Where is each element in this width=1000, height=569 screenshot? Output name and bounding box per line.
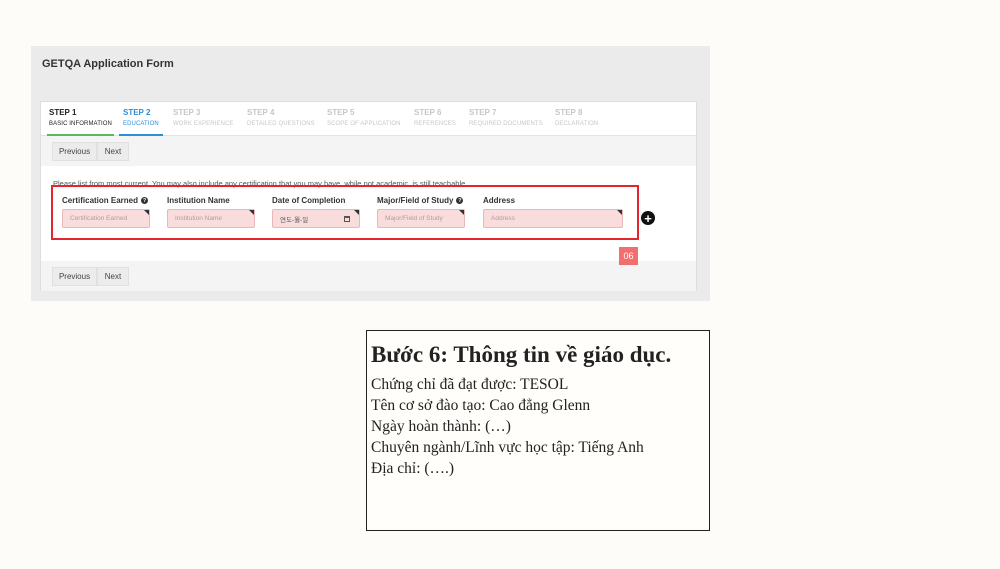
date-input[interactable]: 연도-월-일 — [272, 209, 360, 228]
step-label: REQUIRED DOCUMENTS — [469, 121, 543, 127]
major-input[interactable]: Major/Field of Study — [377, 209, 465, 228]
address-input[interactable]: Address — [483, 209, 623, 228]
calendar-icon[interactable] — [344, 215, 350, 222]
step-label: DECLARATION — [555, 121, 599, 127]
bottom-nav-bar: Previous Next — [41, 261, 696, 291]
certification-input[interactable]: Certification Earned — [62, 209, 150, 228]
tab-step-3[interactable]: STEP 3 WORK EXPERIENCE — [173, 108, 234, 136]
address-label-text: Address — [483, 196, 516, 205]
note-title: Bước 6: Thông tin về giáo dục. — [371, 342, 672, 367]
step-label: DETAILED QUESTIONS — [247, 121, 315, 127]
certification-label: Certification Earned ? — [62, 196, 149, 205]
tab-step-6[interactable]: STEP 6 REFERENCES — [414, 108, 456, 136]
tab-step-5[interactable]: STEP 5 SCOPE OF APPLICATION — [327, 108, 401, 136]
major-label-text: Major/Field of Study — [377, 196, 454, 205]
institution-label: Institution Name — [167, 196, 230, 205]
institution-label-text: Institution Name — [167, 196, 230, 205]
step-tabs: STEP 1 BASIC INFORMATION STEP 2 EDUCATIO… — [41, 102, 696, 136]
next-button[interactable]: Next — [97, 142, 129, 161]
step-number: STEP 8 — [555, 108, 583, 117]
tab-step-7[interactable]: STEP 7 REQUIRED DOCUMENTS — [469, 108, 543, 136]
step-label: WORK EXPERIENCE — [173, 121, 234, 127]
date-placeholder: 연도-월-일 — [280, 216, 309, 224]
note-line: Tên cơ sở đào tạo: Cao đẳng Glenn — [371, 397, 591, 414]
step-number: STEP 2 — [123, 108, 151, 117]
question-circle-icon: ? — [456, 197, 464, 204]
note-line: Chứng chỉ đã đạt được: TESOL — [371, 376, 569, 393]
form-title: GETQA Application Form — [42, 58, 174, 70]
step-number: STEP 1 — [49, 108, 77, 117]
next-button[interactable]: Next — [97, 267, 129, 286]
previous-button[interactable]: Previous — [52, 267, 97, 286]
tab-step-4[interactable]: STEP 4 DETAILED QUESTIONS — [247, 108, 315, 136]
step-label: EDUCATION — [123, 121, 159, 127]
tab-step-1[interactable]: STEP 1 BASIC INFORMATION — [47, 108, 114, 136]
date-label-text: Date of Completion — [272, 196, 346, 205]
certification-label-text: Certification Earned — [62, 196, 139, 205]
step-label: BASIC INFORMATION — [49, 121, 112, 127]
step-number: STEP 7 — [469, 108, 497, 117]
tab-step-8[interactable]: STEP 8 DECLARATION — [555, 108, 598, 136]
step-badge: 06 — [619, 247, 638, 265]
step-number: STEP 6 — [414, 108, 442, 117]
tab-step-2[interactable]: STEP 2 EDUCATION — [119, 108, 163, 136]
note-line: Địa chỉ: (….) — [371, 460, 455, 477]
step-label: REFERENCES — [414, 121, 457, 127]
top-nav-bar: Previous Next — [41, 136, 696, 166]
note-box: Bước 6: Thông tin về giáo dục. Chứng chỉ… — [366, 330, 710, 531]
step-number: STEP 3 — [173, 108, 201, 117]
institution-input[interactable]: Institution Name — [167, 209, 255, 228]
question-circle-icon: ? — [141, 197, 149, 204]
major-label: Major/Field of Study ? — [377, 196, 464, 205]
step-number: STEP 5 — [327, 108, 355, 117]
previous-button[interactable]: Previous — [52, 142, 97, 161]
address-label: Address — [483, 196, 515, 205]
plus-circle-icon[interactable]: + — [641, 211, 655, 225]
step-label: SCOPE OF APPLICATION — [327, 121, 401, 127]
form-screenshot: GETQA Application Form STEP 1 BASIC INFO… — [31, 46, 710, 301]
note-line: Ngày hoàn thành: (…) — [371, 418, 511, 435]
note-line: Chuyên ngành/Lĩnh vực học tập: Tiếng Anh — [371, 439, 644, 456]
date-label: Date of Completion — [272, 196, 345, 205]
step-number: STEP 4 — [247, 108, 275, 117]
